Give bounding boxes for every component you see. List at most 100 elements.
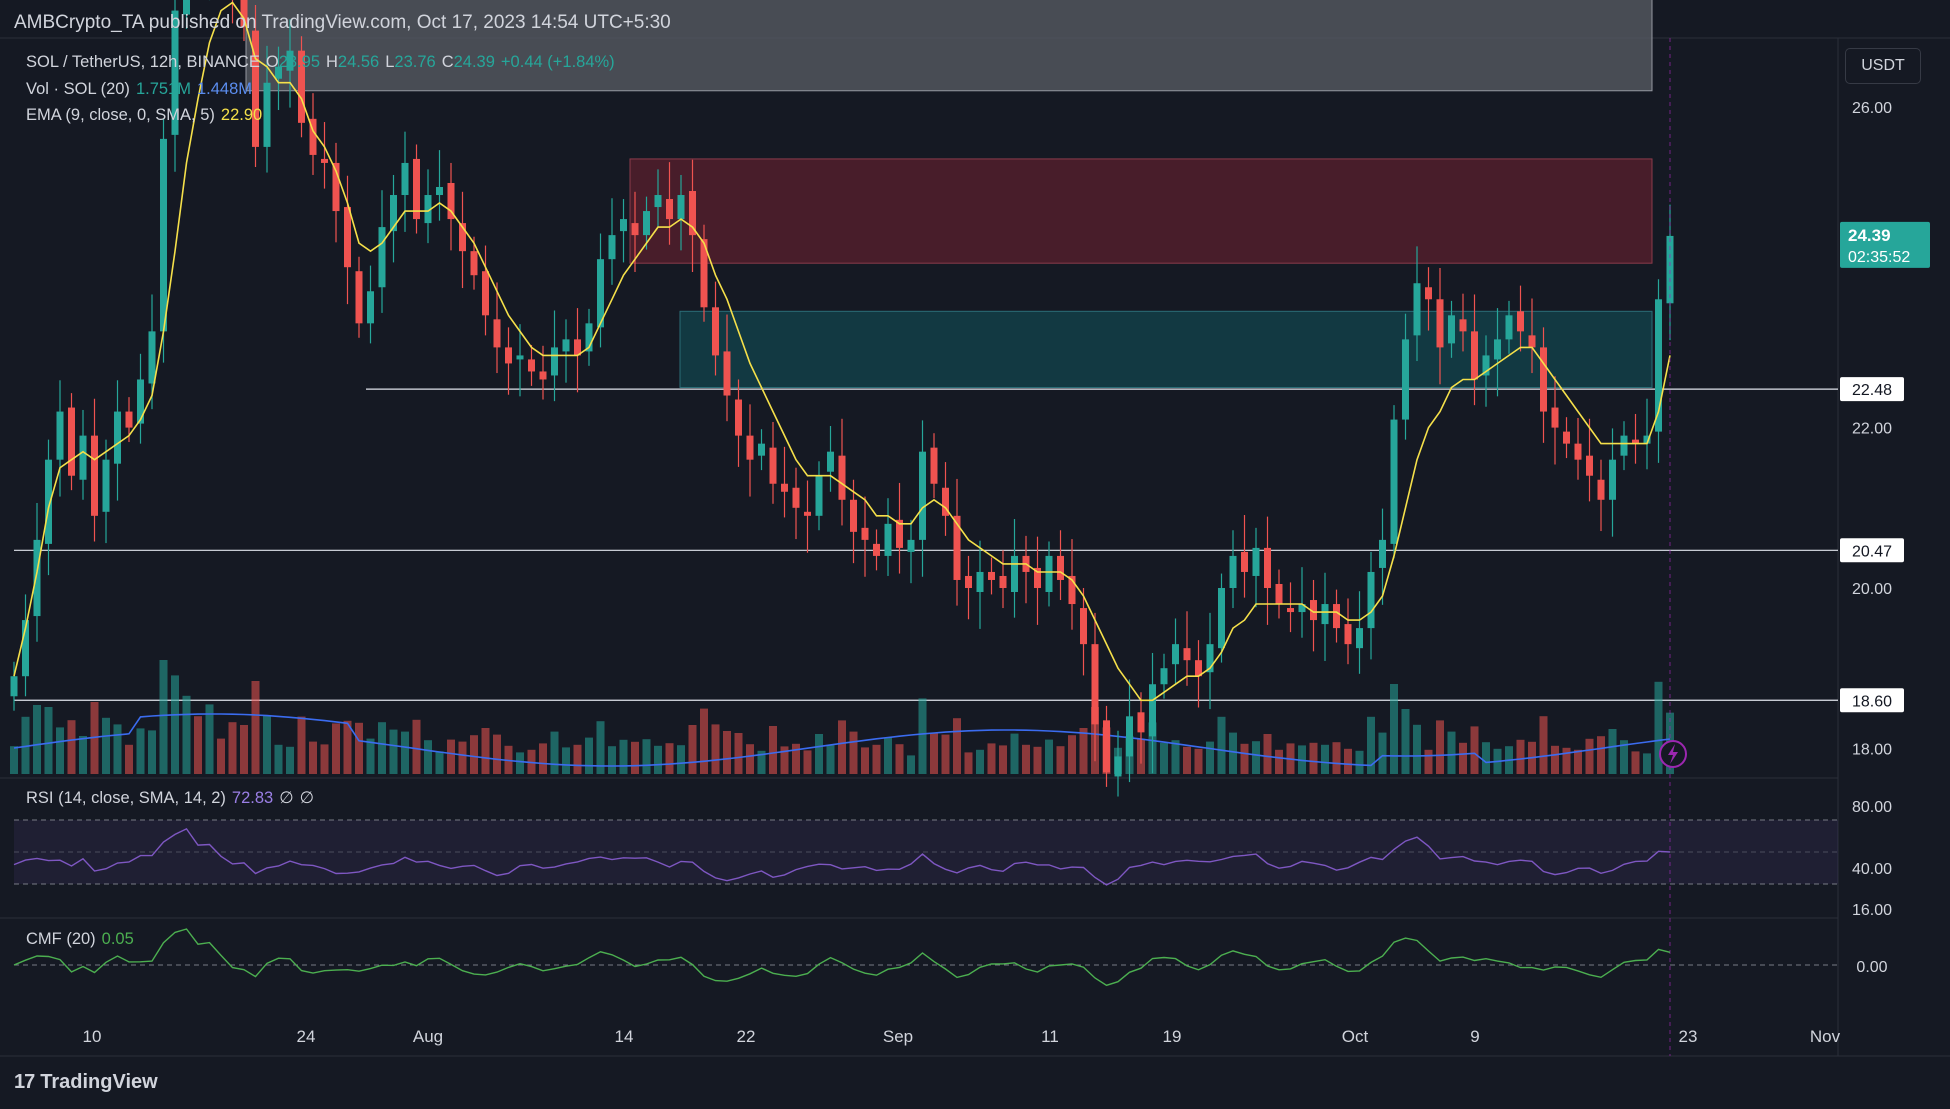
x-tick-10: 10	[83, 1027, 102, 1046]
volume-bar	[1390, 684, 1398, 774]
candle	[792, 467, 800, 540]
candle	[574, 308, 581, 393]
candle	[1620, 421, 1628, 471]
volume-bar	[930, 732, 938, 774]
candle	[1298, 567, 1306, 638]
brand-name: TradingView	[40, 1071, 158, 1093]
candle-body	[1149, 684, 1156, 737]
candle-body	[1126, 716, 1133, 757]
chart-canvas[interactable]: 32.1330.0022.4820.4718.6028.0026.0022.00…	[0, 0, 1950, 1109]
symbol-label[interactable]: SOL / TetherUS, 12h, BINANCE	[26, 53, 260, 71]
candle	[447, 162, 455, 251]
volume-bar	[1436, 720, 1444, 774]
rsi-legend[interactable]: RSI (14, close, SMA, 14, 2) 72.83 ∅ ∅	[26, 788, 320, 808]
candle-body	[815, 475, 823, 516]
volume-bar	[481, 728, 490, 774]
x-tick-Aug: Aug	[413, 1027, 443, 1046]
candle-body	[631, 223, 639, 236]
candle	[1275, 569, 1283, 619]
volume-bar	[1447, 731, 1456, 774]
rsi-label: RSI (14, close, SMA, 14, 2)	[26, 789, 226, 807]
candle	[1390, 405, 1398, 559]
candle	[1609, 428, 1616, 537]
candle-body	[1114, 756, 1122, 777]
volume-bar	[424, 740, 432, 774]
candle-body	[79, 435, 87, 480]
candle-body	[643, 211, 650, 236]
candle	[781, 446, 788, 518]
candle	[459, 191, 466, 289]
candle	[367, 265, 374, 344]
volume-bar	[320, 744, 329, 774]
volume-bar	[435, 751, 444, 774]
volume-bar	[113, 724, 122, 774]
candle-body	[1459, 319, 1467, 332]
ema-value: 22.90	[220, 106, 263, 124]
candle	[907, 519, 915, 584]
candle-body	[976, 571, 984, 593]
candle-body	[965, 575, 972, 588]
candle	[22, 594, 29, 697]
candle-body	[1264, 547, 1271, 588]
candle-body	[1218, 588, 1225, 649]
volume-bar	[803, 750, 812, 774]
candle	[827, 425, 834, 492]
candle-body	[551, 347, 558, 376]
candle-body	[1172, 644, 1179, 665]
volume-bar	[1275, 749, 1283, 774]
volume-bar	[976, 749, 984, 774]
candle-body	[367, 291, 374, 324]
volume-bar	[1079, 728, 1088, 774]
candle-body	[723, 351, 731, 396]
level-label-18.60: 18.60	[1852, 693, 1892, 710]
candle-body	[1275, 583, 1283, 605]
y-tick-22.00: 22.00	[1852, 421, 1892, 438]
candle	[436, 150, 443, 221]
candle-body	[321, 158, 328, 163]
rsi-null-1: ∅	[279, 789, 294, 807]
candle-body	[355, 271, 363, 324]
candle	[1206, 612, 1214, 710]
candle-body	[401, 162, 409, 196]
candle-body	[873, 543, 880, 556]
volume-bar	[516, 752, 524, 774]
volume-legend[interactable]: Vol · SOL (20) 1.751M 1.448M	[26, 80, 258, 99]
currency-unit-button[interactable]: USDT	[1845, 48, 1921, 84]
candle	[942, 462, 949, 536]
volume-bar	[711, 724, 720, 774]
volume-bar	[1585, 738, 1594, 774]
volume-bar	[1068, 735, 1076, 774]
volume-bar	[884, 737, 892, 774]
volume-bar	[1033, 746, 1042, 774]
candle-body	[1620, 435, 1628, 456]
candle-body	[1609, 459, 1616, 500]
volume-bar	[1194, 748, 1203, 774]
tradingview-brand[interactable]: 17 TradingView	[14, 1071, 158, 1094]
volume-bar	[1562, 747, 1571, 774]
volume-bar	[987, 743, 996, 774]
candle	[390, 174, 397, 263]
candle-body	[1402, 339, 1409, 420]
cmf-legend[interactable]: CMF (20) 0.05	[26, 930, 140, 949]
candle	[1643, 398, 1651, 470]
volume-bar	[102, 717, 110, 774]
volume-bar	[493, 734, 501, 774]
x-tick-9: 9	[1470, 1027, 1479, 1046]
candle-body	[1574, 443, 1582, 460]
volume-bar	[1482, 742, 1490, 774]
volume-bar	[1643, 753, 1651, 774]
candle	[102, 439, 110, 544]
candle-body	[999, 575, 1007, 588]
candle-body	[1057, 555, 1064, 580]
volume-bar	[1022, 744, 1030, 774]
volume-bar	[1344, 748, 1352, 774]
volume-value: 1.751M	[135, 80, 191, 98]
volume-bar	[412, 719, 421, 774]
volume-bar	[746, 744, 754, 774]
candle	[79, 409, 87, 500]
x-tick-14: 14	[615, 1027, 634, 1046]
candle	[1022, 535, 1030, 604]
candle-body	[562, 339, 570, 352]
y-tick-26.00: 26.00	[1852, 100, 1892, 117]
ema-legend[interactable]: EMA (9, close, 0, SMA, 5) 22.90	[26, 106, 268, 125]
